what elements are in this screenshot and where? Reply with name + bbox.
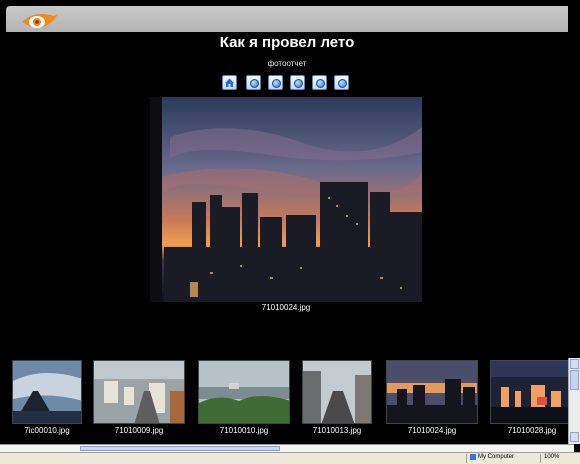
slideshow-button[interactable] <box>290 75 305 90</box>
next-icon <box>316 79 325 88</box>
first-button[interactable] <box>246 75 261 90</box>
last-button[interactable] <box>334 75 349 90</box>
thumbnail-caption: 71010010.jpg <box>219 426 269 435</box>
thumbnail-caption: 71010024.jpg <box>407 426 457 435</box>
security-zone: My Computer <box>466 454 540 463</box>
thumbnail-item[interactable]: 71010013.jpg <box>302 360 372 435</box>
page-subtitle: фотоотчет <box>267 59 307 68</box>
thumbnail-image <box>491 361 573 423</box>
slideshow-icon <box>294 79 303 88</box>
thumbnail-item[interactable]: 71010009.jpg <box>93 360 185 435</box>
previous-icon <box>272 79 281 88</box>
thumbnail-item[interactable]: 7ic00010.jpg <box>12 360 82 435</box>
horizontal-scroll-thumb[interactable] <box>80 446 280 451</box>
last-icon <box>338 79 347 88</box>
browser-status-bar: My Computer 100% <box>0 452 580 464</box>
eye-logo-icon <box>22 14 58 28</box>
zone-label: My Computer <box>478 454 515 460</box>
scroll-thumb[interactable] <box>570 370 579 390</box>
thumbnail-caption: 71010013.jpg <box>312 426 362 435</box>
page-title: Как я провел лето <box>219 34 355 51</box>
thumbnail-item[interactable]: 71010024.jpg <box>386 360 478 435</box>
computer-icon <box>470 454 476 460</box>
thumbnail-image <box>13 361 81 423</box>
horizontal-scrollbar[interactable] <box>0 444 574 452</box>
previous-button[interactable] <box>268 75 283 90</box>
zoom-control[interactable]: 100% <box>540 454 580 463</box>
home-button[interactable] <box>222 75 237 90</box>
thumbnail-caption: 71010028.jpg <box>507 426 557 435</box>
zoom-label: 100% <box>544 454 560 460</box>
main-photo-image <box>150 97 422 302</box>
main-photo[interactable] <box>150 97 422 302</box>
next-button[interactable] <box>312 75 327 90</box>
thumbnail-image <box>303 361 371 423</box>
thumbnail-image <box>387 361 477 423</box>
thumbnail-item[interactable]: 71010010.jpg <box>198 360 290 435</box>
thumbnail-item[interactable]: 71010028.jpg <box>490 360 574 435</box>
scroll-up-icon[interactable] <box>570 359 579 369</box>
thumbnail-image <box>94 361 184 423</box>
thumbnail-caption: 71010009.jpg <box>114 426 164 435</box>
thumbnail-vertical-scrollbar[interactable] <box>568 358 580 444</box>
scroll-down-icon[interactable] <box>570 432 579 442</box>
thumbnail-strip: 7ic00010.jpg 71010009.jpg 71010010.jpg 7… <box>0 358 574 444</box>
home-icon <box>225 78 234 87</box>
thumbnail-image <box>199 361 289 423</box>
main-photo-caption: 71010024.jpg <box>261 303 311 312</box>
thumbnail-caption: 7ic00010.jpg <box>24 426 70 435</box>
header-bar <box>6 6 568 32</box>
first-icon <box>250 79 259 88</box>
